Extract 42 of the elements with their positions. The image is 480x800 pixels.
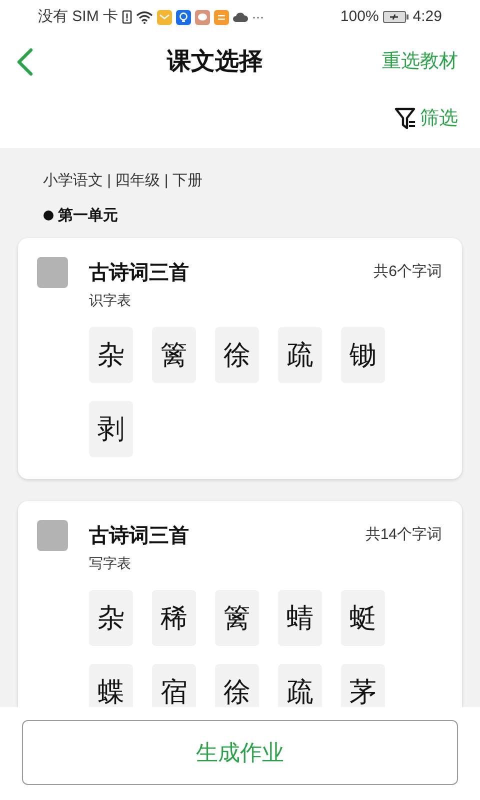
character-tile[interactable]: 徐 — [215, 327, 259, 383]
character-tile[interactable]: 锄 — [341, 327, 385, 383]
character-tile[interactable]: 篱 — [152, 327, 196, 383]
more-notifications-text: ··· — [252, 9, 264, 26]
character-tile[interactable]: 疏 — [278, 664, 322, 707]
character-tile[interactable]: 疏 — [278, 327, 322, 383]
bulb-app-icon — [176, 10, 192, 24]
unit-heading: 第一单元 — [58, 206, 118, 226]
sim-alert-icon — [122, 10, 132, 24]
filter-icon[interactable] — [394, 107, 416, 131]
table-label: 写字表 — [89, 554, 131, 573]
battery-percent: 100% — [340, 6, 379, 27]
character-tile[interactable]: 蜻 — [278, 590, 322, 646]
character-tile[interactable]: 剥 — [89, 401, 133, 457]
character-tile[interactable]: 宿 — [152, 664, 196, 707]
word-count: 共6个字词 — [374, 262, 442, 282]
character-tile[interactable]: 杂 — [89, 590, 133, 646]
breadcrumb-text: 小学语文 | 四年级 | 下册 — [43, 171, 202, 191]
lesson-checkbox[interactable] — [37, 520, 68, 551]
cloud-icon — [233, 12, 248, 22]
clock-time: 4:29 — [412, 6, 442, 27]
character-tile[interactable]: 杂 — [89, 327, 133, 383]
battery-icon — [382, 11, 409, 23]
table-label: 识字表 — [89, 291, 131, 310]
character-tile[interactable]: 茅 — [341, 664, 385, 707]
lesson-title: 古诗词三首 — [89, 260, 189, 286]
lesson-checkbox[interactable] — [37, 257, 68, 288]
notes-app-icon — [214, 10, 230, 24]
bullet-dot-icon — [43, 210, 54, 222]
character-tile[interactable]: 徐 — [215, 664, 259, 707]
lesson-title: 古诗词三首 — [89, 524, 189, 548]
character-tile[interactable]: 蝶 — [89, 664, 133, 707]
page-title: 课文选择 — [167, 47, 263, 77]
word-count: 共14个字词 — [365, 525, 442, 546]
chat-app-icon — [195, 10, 210, 24]
wifi-icon — [136, 10, 154, 24]
back-icon[interactable] — [16, 48, 34, 76]
mail-app-icon — [157, 10, 172, 24]
character-tile[interactable]: 蜓 — [341, 590, 385, 646]
character-tile[interactable]: 篱 — [215, 590, 259, 646]
character-tile[interactable]: 稀 — [152, 590, 196, 646]
carrier-text: 没有 SIM 卡 — [38, 6, 118, 27]
